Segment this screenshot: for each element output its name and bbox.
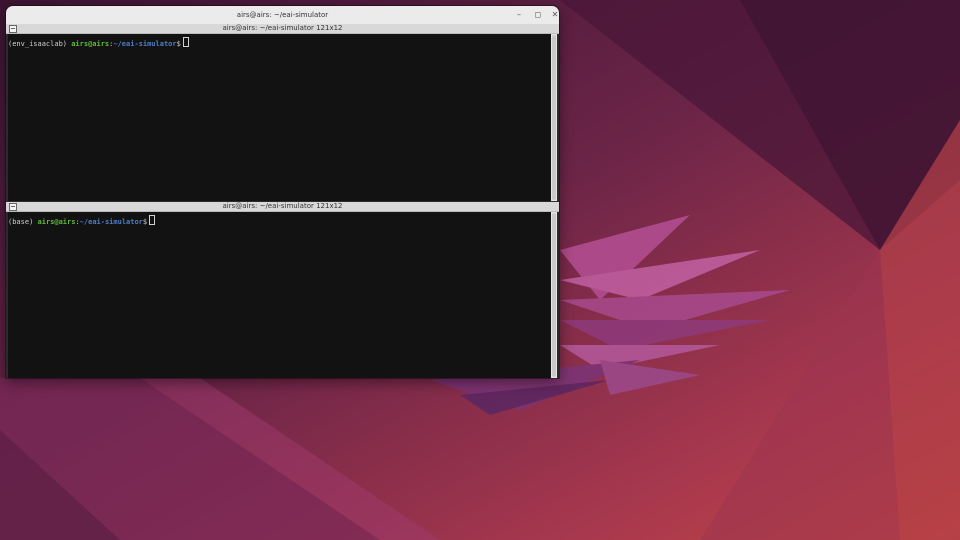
prompt-user-host: airs@airs <box>71 40 110 48</box>
text-cursor <box>182 37 189 47</box>
prompt-user-host: airs@airs <box>37 218 76 226</box>
window-titlebar[interactable]: airs@airs: ~/eai-simulator – ◻ ✕ <box>6 6 559 25</box>
prompt-path: ~/eai-simulator <box>113 40 177 48</box>
prompt-env: (env_isaaclab) <box>8 40 72 48</box>
prompt-env: (base) <box>8 218 38 226</box>
scrollbar-thumb[interactable] <box>552 35 556 200</box>
minimize-icon[interactable]: – <box>513 9 525 21</box>
pane-header[interactable]: airs@airs: ~/eai-simulator 121x12 <box>6 24 559 34</box>
pane-header[interactable]: airs@airs: ~/eai-simulator 121x12 <box>6 202 559 212</box>
scrollbar[interactable] <box>551 34 557 201</box>
prompt-line: (env_isaaclab) airs@airs:~/eai-simulator… <box>8 37 189 49</box>
pane-title: airs@airs: ~/eai-simulator 121x12 <box>222 202 343 210</box>
terminal-window[interactable]: airs@airs: ~/eai-simulator – ◻ ✕ airs@ai… <box>6 6 559 378</box>
text-cursor <box>149 215 156 225</box>
scrollbar[interactable] <box>551 212 557 378</box>
terminal-pane-top[interactable]: airs@airs: ~/eai-simulator 121x12 (env_i… <box>6 24 559 201</box>
terminal-output[interactable]: (env_isaaclab) airs@airs:~/eai-simulator… <box>8 34 551 201</box>
prompt-symbol: $ <box>142 218 148 226</box>
pane-title: airs@airs: ~/eai-simulator 121x12 <box>222 24 343 32</box>
close-icon[interactable]: ✕ <box>549 9 559 21</box>
terminal-output[interactable]: (base) airs@airs:~/eai-simulator$ <box>8 212 551 378</box>
scrollbar-thumb[interactable] <box>552 213 556 377</box>
maximize-icon[interactable]: ◻ <box>532 9 544 21</box>
prompt-symbol: $ <box>176 40 181 48</box>
prompt-path: ~/eai-simulator <box>79 218 143 226</box>
prompt-line: (base) airs@airs:~/eai-simulator$ <box>8 215 156 227</box>
terminal-pane-bottom[interactable]: airs@airs: ~/eai-simulator 121x12 (base)… <box>6 202 559 378</box>
window-title: airs@airs: ~/eai-simulator <box>236 11 329 19</box>
